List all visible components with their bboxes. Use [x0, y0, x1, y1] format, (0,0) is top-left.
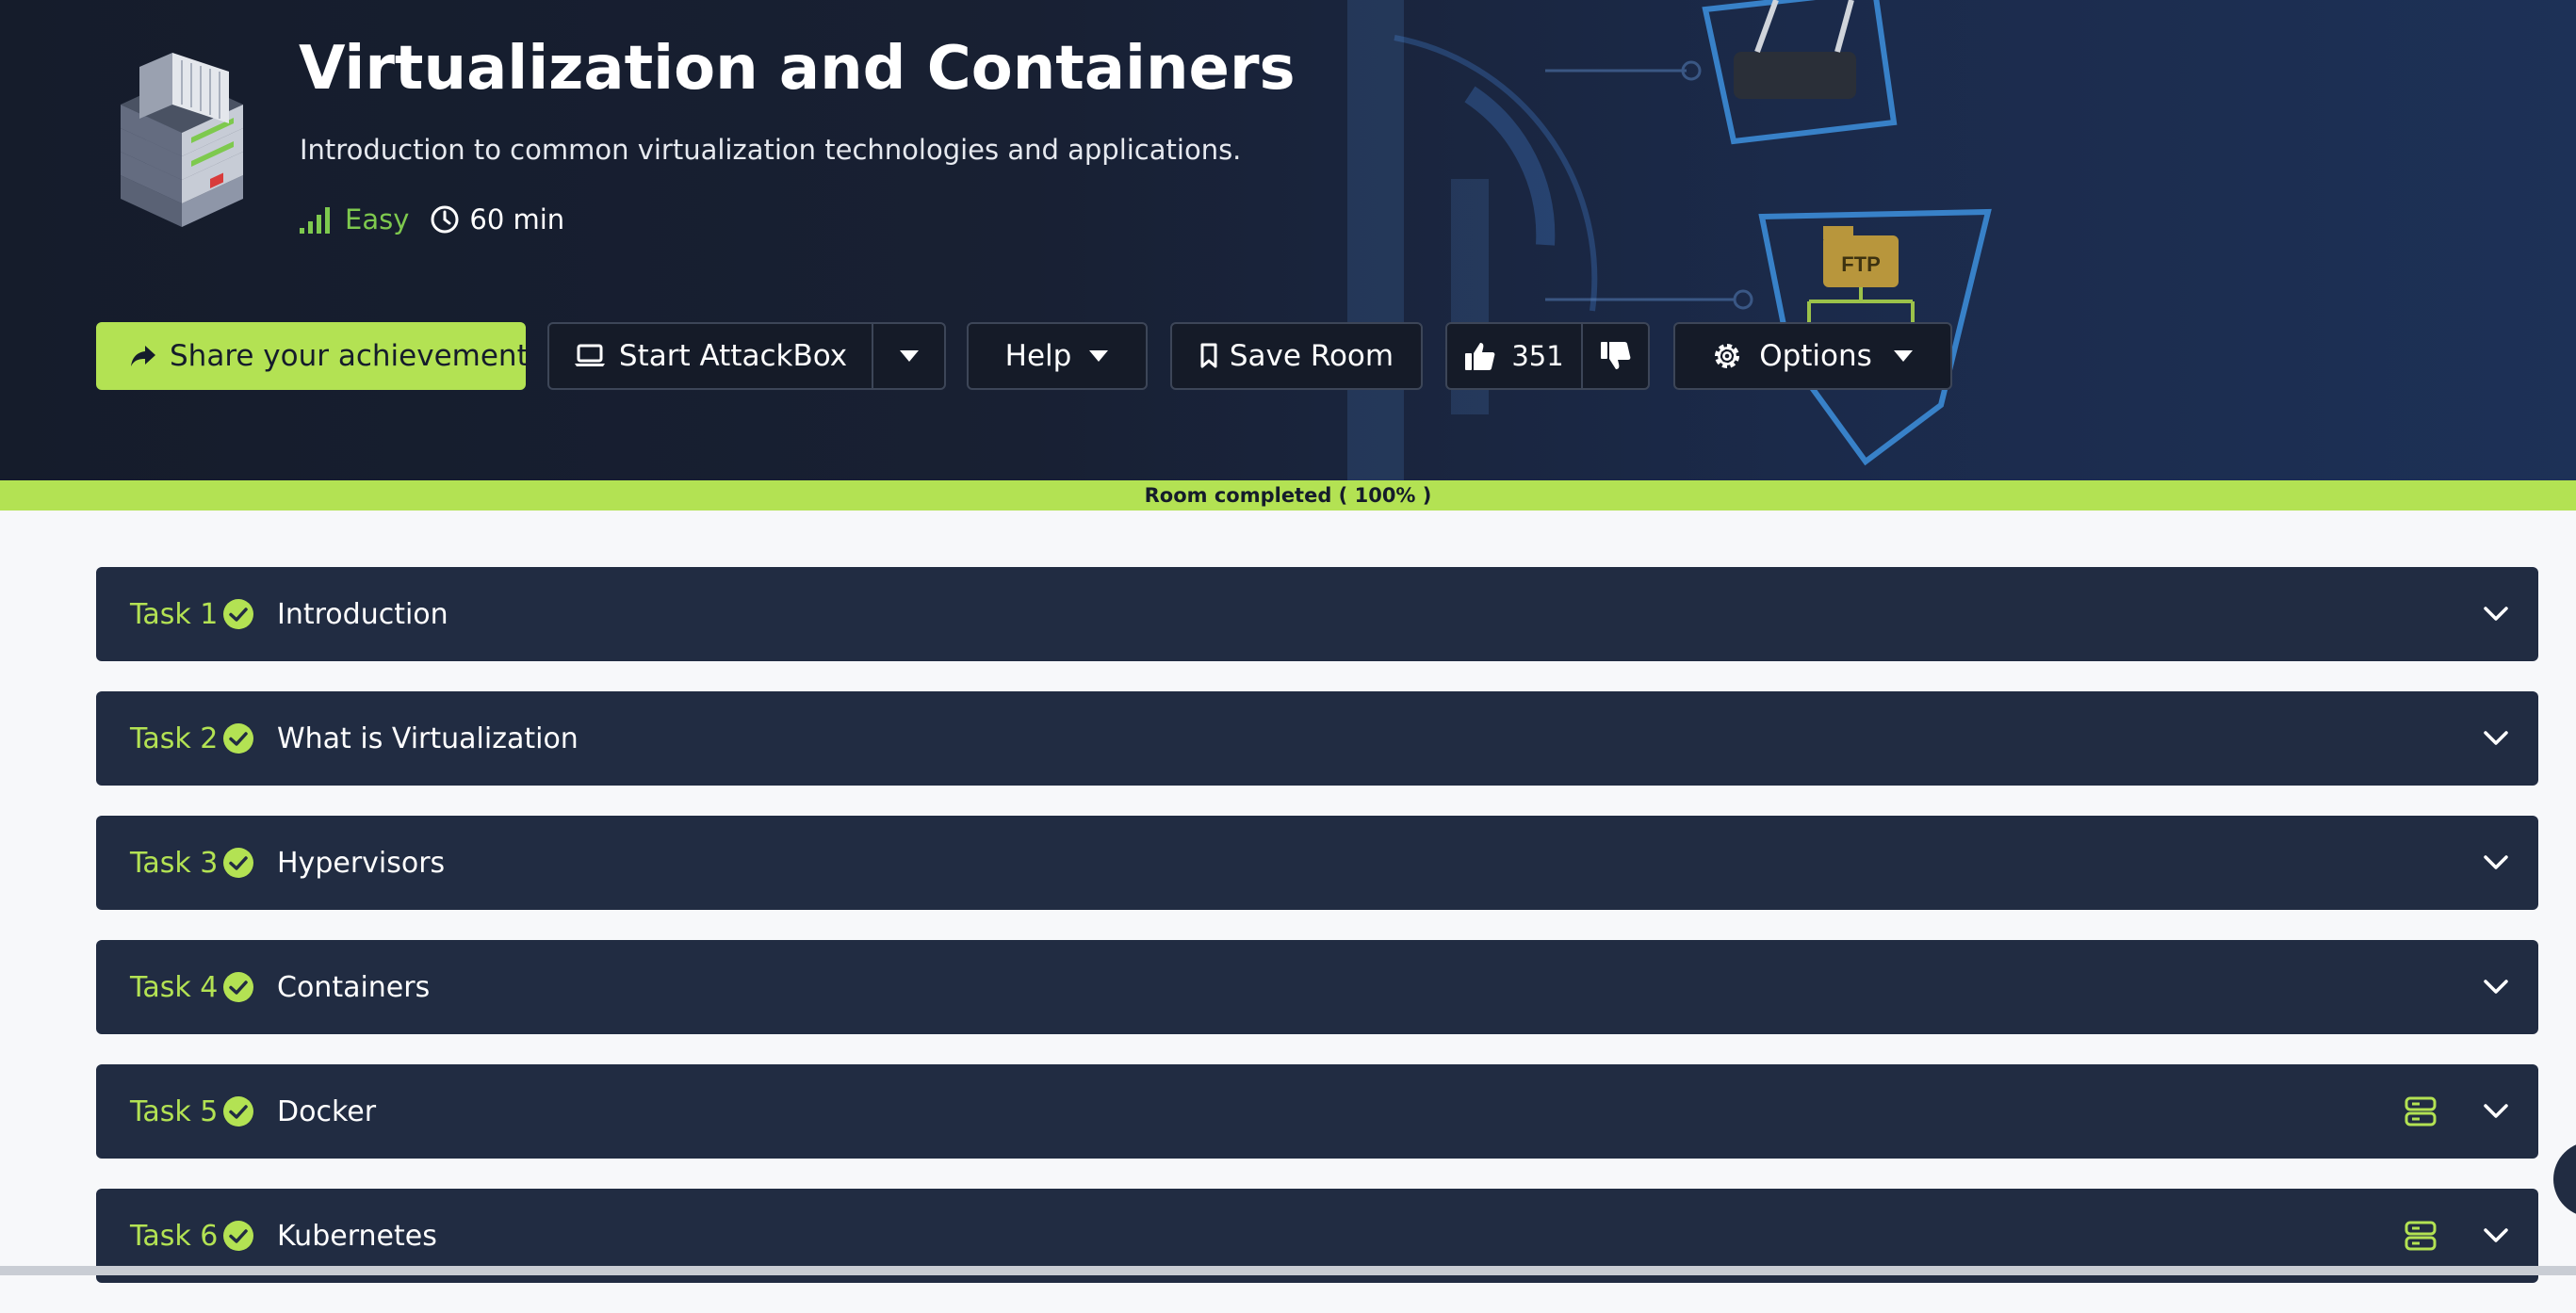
duration-label: 60 min: [469, 203, 565, 235]
caret-down-icon: [1089, 350, 1109, 362]
chevron-down-icon: [2484, 855, 2508, 869]
room-title: Virtualization and Containers: [299, 34, 1296, 104]
thumbs-up-icon: [1465, 343, 1495, 370]
downvote-button[interactable]: [1583, 324, 1648, 388]
caret-down-icon: [1893, 350, 1913, 362]
task-number: Task 2: [130, 721, 219, 755]
server-stack-icon: [121, 53, 243, 227]
check-circle-icon: [222, 1095, 254, 1127]
task-header[interactable]: Task 3 Hypervisors: [96, 816, 2538, 910]
task-number: Task 5: [130, 1094, 219, 1128]
task-list: Task 1 Introduction Task 2 What is Virtu…: [96, 567, 2538, 1313]
chevron-down-icon: [2484, 607, 2508, 621]
room-vote-group: 351: [1445, 322, 1650, 390]
floating-help-button[interactable]: [2553, 1142, 2576, 1217]
horizontal-scrollbar[interactable]: [0, 1266, 2576, 1275]
chevron-down-icon: [2484, 980, 2508, 994]
task-number: Task 4: [130, 970, 219, 1004]
options-label: Options: [1759, 339, 1872, 373]
task-number: Task 3: [130, 846, 219, 880]
attackbox-dropdown-toggle[interactable]: [873, 324, 944, 388]
laptop-icon: [574, 344, 606, 368]
task-title: Docker: [277, 1094, 377, 1128]
chevron-down-icon: [2484, 1104, 2508, 1118]
server-icon: [2405, 1221, 2437, 1251]
save-room-label: Save Room: [1229, 339, 1394, 373]
upvote-count: 351: [1511, 340, 1564, 372]
check-circle-icon: [222, 971, 254, 1003]
clock-icon: [431, 205, 459, 234]
share-achievement-button[interactable]: Share your achievement: [96, 322, 529, 390]
room-description: Introduction to common virtualization te…: [300, 134, 1242, 166]
difficulty-signal-icon: [300, 207, 330, 234]
task-number: Task 1: [130, 597, 219, 631]
caret-down-icon: [899, 350, 919, 362]
upvote-button[interactable]: 351: [1447, 324, 1583, 388]
progress-label: Room completed ( 100% ): [1144, 484, 1432, 507]
task-number: Task 6: [130, 1219, 219, 1253]
chevron-down-icon: [2484, 731, 2508, 745]
check-circle-icon: [222, 722, 254, 754]
check-circle-icon: [222, 598, 254, 630]
options-dropdown-button[interactable]: Options: [1673, 322, 1952, 390]
start-attackbox-button[interactable]: Start AttackBox: [549, 324, 873, 388]
room-header: FTP Virtualization and Containers Introd…: [0, 0, 2576, 480]
bookmark-icon: [1199, 343, 1218, 369]
server-icon: [2405, 1096, 2437, 1127]
task-title: Containers: [277, 970, 431, 1004]
task-header[interactable]: Task 5 Docker: [96, 1064, 2538, 1159]
check-circle-icon: [222, 847, 254, 879]
share-label: Share your achievement: [170, 339, 529, 373]
task-title: Introduction: [277, 597, 448, 631]
task-title: Hypervisors: [277, 846, 446, 880]
difficulty-label: Easy: [345, 203, 410, 235]
task-header[interactable]: Task 4 Containers: [96, 940, 2538, 1034]
ftp-label: FTP: [1841, 252, 1881, 276]
task-title: What is Virtualization: [277, 721, 579, 755]
gear-icon: [1715, 344, 1740, 368]
share-icon: [130, 344, 156, 368]
attackbox-button-group: Start AttackBox: [547, 322, 946, 390]
check-circle-icon: [222, 1220, 254, 1252]
chevron-down-icon: [2484, 1228, 2508, 1242]
task-header[interactable]: Task 2 What is Virtualization: [96, 691, 2538, 786]
save-room-button[interactable]: Save Room: [1170, 322, 1423, 390]
task-header[interactable]: Task 1 Introduction: [96, 567, 2538, 661]
help-dropdown-button[interactable]: Help: [967, 322, 1148, 390]
room-meta: Easy 60 min: [300, 200, 564, 239]
task-title: Kubernetes: [277, 1219, 437, 1253]
help-label: Help: [1004, 339, 1072, 373]
thumbs-down-icon: [1600, 342, 1630, 369]
room-progress-bar: Room completed ( 100% ): [0, 480, 2576, 511]
attackbox-label: Start AttackBox: [618, 339, 848, 373]
